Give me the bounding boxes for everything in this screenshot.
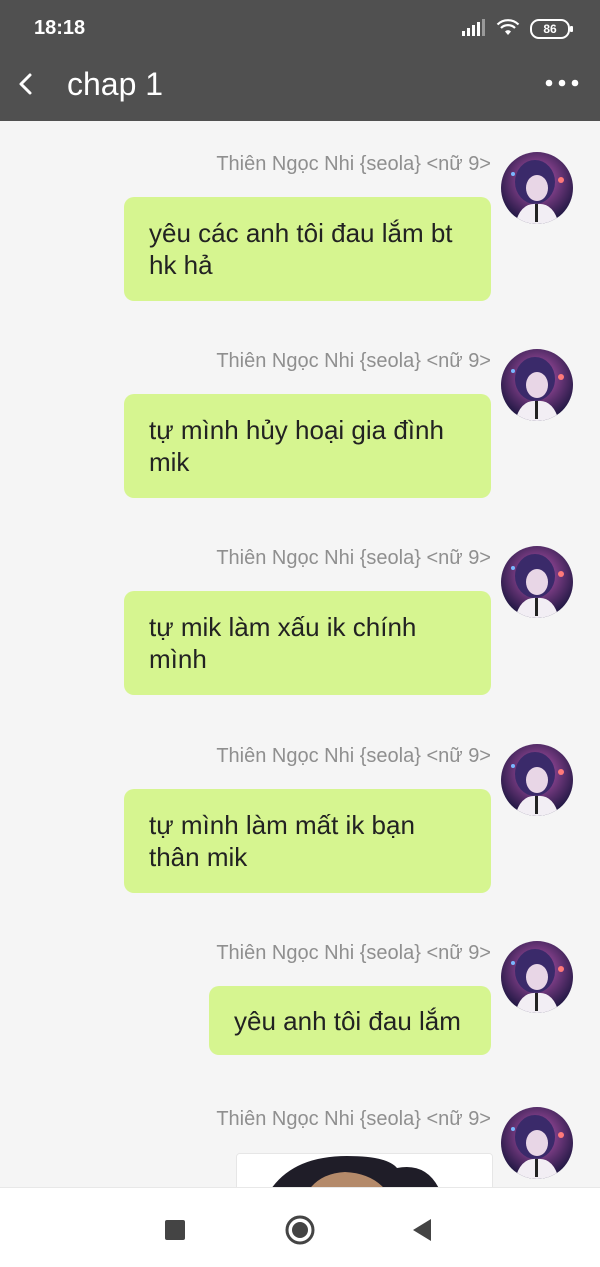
message-bubble[interactable]: tự mình làm mất ik bạn thân mik bbox=[124, 789, 491, 893]
more-options-button[interactable] bbox=[542, 68, 582, 98]
back-triangle-icon bbox=[402, 1219, 442, 1254]
message-bubble[interactable]: yêu anh tôi đau lắm bbox=[209, 986, 491, 1055]
message-text-line: tự mình hủy hoại gia đình bbox=[149, 415, 444, 445]
message-bubble[interactable]: yêu các anh tôi đau lắm bt hk hả bbox=[124, 197, 491, 301]
message-bubble[interactable]: tự mik làm xấu ik chính mình bbox=[124, 591, 491, 695]
message-sender: Thiên Ngọc Nhi {seola} <nữ 9> bbox=[216, 942, 491, 964]
message-item: Thiên Ngọc Nhi {seola} <nữ 9> yêu anh tô… bbox=[0, 910, 600, 1090]
message-sender: Thiên Ngọc Nhi {seola} <nữ 9> bbox=[216, 745, 491, 767]
back-button[interactable] bbox=[8, 64, 48, 104]
message-sender: Thiên Ngọc Nhi {seola} <nữ 9> bbox=[216, 1108, 491, 1130]
avatar[interactable] bbox=[501, 546, 573, 618]
status-bar: 18:18 86 bbox=[0, 0, 600, 58]
chat-list[interactable]: Thiên Ngọc Nhi {seola} <nữ 9> yêu các an… bbox=[0, 121, 600, 1187]
app-bar: chap 1 bbox=[0, 58, 600, 121]
message-text-line: mình bbox=[149, 644, 207, 674]
message-item: Thiên Ngọc Nhi {seola} <nữ 9> tự mìn bbox=[0, 318, 600, 498]
status-icons: 86 bbox=[462, 17, 573, 41]
avatar[interactable] bbox=[501, 349, 573, 421]
battery-indicator: 86 bbox=[530, 19, 573, 39]
message-item: Thiên Ngọc Nhi {seola} <nữ 9> yêu các an… bbox=[0, 121, 600, 301]
avatar[interactable] bbox=[501, 152, 573, 224]
chevron-left-icon bbox=[8, 73, 48, 108]
message-text-line: thân mik bbox=[149, 842, 248, 872]
message-bubble[interactable]: tự mình hủy hoại gia đình mik bbox=[124, 394, 491, 498]
message-text-line: mik bbox=[149, 447, 190, 477]
message-sender: Thiên Ngọc Nhi {seola} <nữ 9> bbox=[216, 350, 491, 372]
avatar[interactable] bbox=[501, 744, 573, 816]
image-message[interactable] bbox=[236, 1153, 493, 1187]
home-button[interactable] bbox=[280, 1210, 320, 1250]
back-nav-button[interactable] bbox=[402, 1210, 442, 1250]
message-text: yêu anh tôi đau lắm bbox=[234, 1006, 461, 1036]
message-item: Thiên Ngọc Nhi {seola} <nữ 9> tự mìn bbox=[0, 713, 600, 893]
message-text-line: tự mik làm xấu ik chính bbox=[149, 612, 417, 642]
system-nav-bar bbox=[0, 1187, 600, 1267]
avatar[interactable] bbox=[501, 1107, 573, 1179]
recents-button[interactable] bbox=[155, 1210, 195, 1250]
message-sender: Thiên Ngọc Nhi {seola} <nữ 9> bbox=[216, 547, 491, 569]
status-time: 18:18 bbox=[34, 17, 86, 39]
page-title: chap 1 bbox=[67, 66, 164, 102]
message-text-line: yêu các anh tôi đau lắm bt bbox=[149, 218, 453, 248]
signal-icon bbox=[462, 18, 486, 41]
message-item: Thiên Ngọc Nhi {seola} <nữ 9> tự mik làm… bbox=[0, 515, 600, 695]
wifi-icon bbox=[496, 18, 520, 41]
avatar[interactable] bbox=[501, 941, 573, 1013]
message-sender: Thiên Ngọc Nhi {seola} <nữ 9> bbox=[216, 153, 491, 175]
more-dots-icon bbox=[542, 79, 582, 102]
message-text-line: tự mình làm mất ik bạn bbox=[149, 810, 415, 840]
home-circle-icon bbox=[280, 1215, 320, 1254]
message-text-line: hk hả bbox=[149, 250, 213, 280]
stop-square-icon bbox=[155, 1220, 195, 1254]
